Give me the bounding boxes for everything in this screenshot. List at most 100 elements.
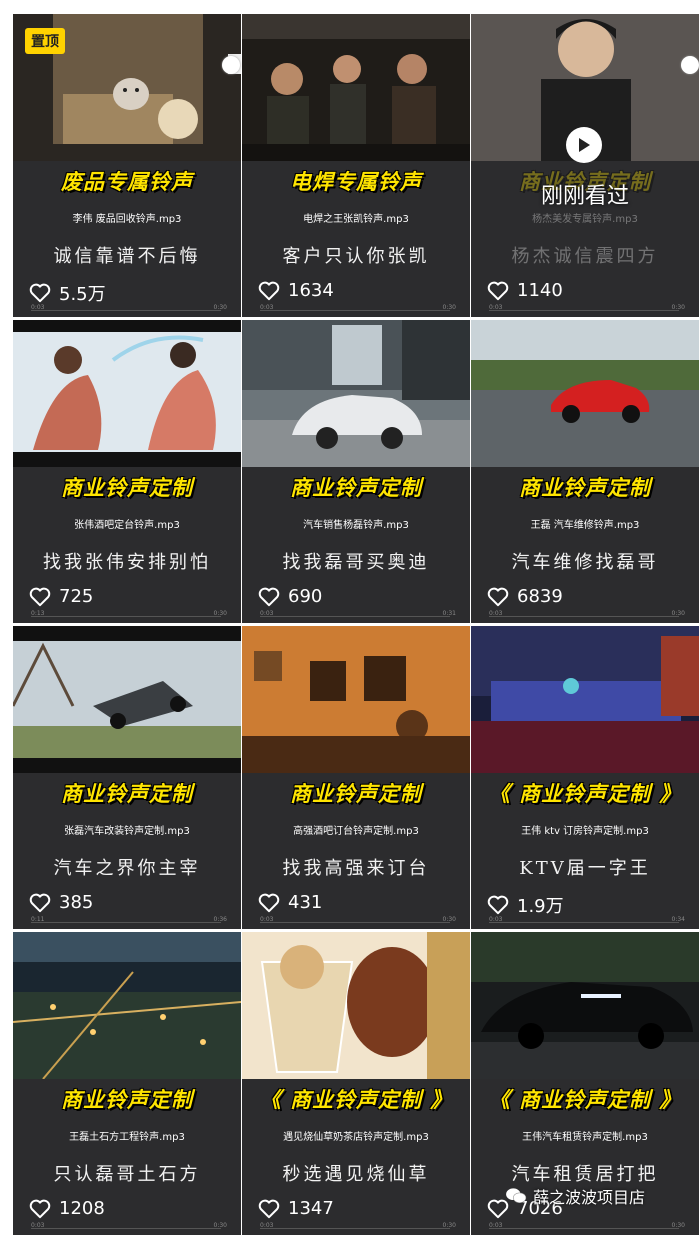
thumbnail-red-car	[471, 320, 699, 467]
progress-bar[interactable]	[31, 310, 221, 311]
video-card[interactable]: 商业铃声定制 王磊土石方工程铃声.mp3 只认磊哥土石方 1208 0:03 0…	[13, 932, 241, 1235]
card-caption: 找我磊哥买奥迪	[282, 552, 430, 573]
heart-icon	[258, 1199, 280, 1218]
like-count[interactable]: 1208	[29, 1198, 105, 1219]
video-card[interactable]: 《 商业铃声定制 》 遇见烧仙草奶茶店铃声定制.mp3 秒选遇见烧仙草 1347…	[242, 932, 470, 1235]
side-handle-icon[interactable]	[222, 56, 240, 74]
like-count-value: 725	[59, 586, 94, 607]
card-caption: 诚信靠谱不后悔	[53, 246, 201, 267]
card-title: 商业铃声定制	[290, 782, 422, 806]
card-filename: 王磊 汽车维修铃声.mp3	[530, 520, 640, 531]
heart-icon	[258, 281, 280, 300]
card-filename: 王伟 ktv 订房铃声定制.mp3	[521, 826, 649, 837]
progress-bar[interactable]	[260, 1228, 450, 1229]
card-title: 《 商业铃声定制 》	[259, 1088, 453, 1112]
card-title: 商业铃声定制	[61, 1088, 193, 1112]
card-title: 商业铃声定制	[61, 782, 193, 806]
video-card[interactable]: 电焊专属铃声 电焊之王张凯铃声.mp3 客户只认你张凯 1634 0:03 0:…	[242, 14, 470, 317]
heart-icon	[29, 283, 51, 303]
like-count-value: 1140	[517, 280, 563, 301]
heart-icon	[487, 587, 509, 606]
like-count[interactable]: 1.9万	[487, 892, 564, 918]
card-title: 《 商业铃声定制 》	[488, 1088, 682, 1112]
card-caption: 杨杰诚信震四方	[511, 246, 659, 267]
card-caption: 客户只认你张凯	[282, 246, 430, 267]
like-count[interactable]: 6839	[487, 586, 563, 607]
heart-icon	[487, 895, 509, 915]
like-count[interactable]: 1140	[487, 280, 563, 301]
card-filename: 张磊汽车改装铃声定制.mp3	[64, 826, 190, 837]
watermark: 薛之波波项目店	[505, 1184, 645, 1208]
heart-icon	[487, 281, 509, 300]
card-filename: 王伟汽车租赁铃声定制.mp3	[522, 1132, 648, 1143]
like-count[interactable]: 690	[258, 586, 322, 607]
progress-bar[interactable]	[31, 922, 221, 923]
card-caption: 找我张伟安排别怕	[43, 552, 211, 573]
like-count[interactable]: 1634	[258, 280, 334, 301]
progress-bar[interactable]	[31, 616, 221, 617]
progress-bar[interactable]	[489, 922, 679, 923]
time-end: 0:30	[442, 304, 456, 311]
progress-bar[interactable]	[260, 616, 450, 617]
video-grid: 置顶 废品专属铃声 李伟 废品回收铃声.mp3 诚信靠谱不后悔 5.5万 0:0…	[13, 14, 700, 1235]
time-end: 0:34	[671, 916, 685, 923]
video-card[interactable]: 商业铃声定制 汽车销售杨磊铃声.mp3 找我磊哥买奥迪 690 0:03 0:3…	[242, 320, 470, 623]
progress-bar[interactable]	[489, 310, 679, 311]
card-filename: 高强酒吧订台铃声定制.mp3	[293, 826, 419, 837]
progress-bar[interactable]	[489, 1228, 679, 1229]
card-caption: 汽车之界你主宰	[53, 858, 201, 879]
card-caption: 秒选遇见烧仙草	[282, 1164, 430, 1185]
like-count-value: 6839	[517, 586, 563, 607]
thumbnail-car-interior	[242, 14, 470, 161]
progress-bar[interactable]	[260, 922, 450, 923]
card-title: 商业铃声定制	[61, 476, 193, 500]
like-count[interactable]: 1347	[258, 1198, 334, 1219]
progress-bar[interactable]	[31, 1228, 221, 1229]
card-title: 商业铃声定制	[519, 476, 651, 500]
like-count-value: 1634	[288, 280, 334, 301]
time-end: 0:30	[442, 916, 456, 923]
card-filename: 汽车销售杨磊铃声.mp3	[303, 520, 409, 531]
time-end: 0:31	[442, 610, 456, 617]
card-title: 商业铃声定制	[290, 476, 422, 500]
card-filename: 杨杰美发专属铃声.mp3	[532, 214, 638, 225]
video-card[interactable]: 商业铃声定制 刚刚看过 杨杰美发专属铃声.mp3 杨杰诚信震四方 1140 0:…	[471, 14, 699, 317]
video-card[interactable]: 商业铃声定制 张磊汽车改装铃声定制.mp3 汽车之界你主宰 385 0:11 0…	[13, 626, 241, 929]
card-caption: 找我高强来订台	[282, 858, 430, 879]
heart-icon	[258, 893, 280, 912]
card-caption: KTV届一字王	[519, 858, 651, 879]
video-card[interactable]: 商业铃声定制 张伟酒吧定台铃声.mp3 找我张伟安排别怕 725 0:13 0:…	[13, 320, 241, 623]
like-count-value: 690	[288, 586, 323, 607]
time-end: 0:30	[442, 1222, 456, 1229]
time-end: 0:30	[671, 1222, 685, 1229]
thumbnail-dancers	[13, 320, 241, 467]
wechat-icon	[506, 1188, 527, 1204]
like-count-value: 385	[59, 892, 94, 913]
like-count-value: 1208	[59, 1198, 105, 1219]
card-filename: 遇见烧仙草奶茶店铃声定制.mp3	[283, 1132, 429, 1143]
time-end: 0:30	[213, 1222, 227, 1229]
progress-bar[interactable]	[260, 310, 450, 311]
like-count[interactable]: 5.5万	[29, 280, 106, 306]
like-count-value: 5.5万	[59, 284, 106, 305]
video-card[interactable]: 《 商业铃声定制 》 王伟 ktv 订房铃声定制.mp3 KTV届一字王 1.9…	[471, 626, 699, 929]
video-card[interactable]: 商业铃声定制 王磊 汽车维修铃声.mp3 汽车维修找磊哥 6839 0:03 0…	[471, 320, 699, 623]
card-title: 废品专属铃声	[61, 170, 193, 194]
like-count-value: 1347	[288, 1198, 334, 1219]
thumbnail-black-car	[471, 932, 699, 1079]
video-card[interactable]: 商业铃声定制 高强酒吧订台铃声定制.mp3 找我高强来订台 431 0:03 0…	[242, 626, 470, 929]
like-count[interactable]: 385	[29, 892, 93, 913]
heart-icon	[29, 893, 51, 912]
side-handle-icon[interactable]	[681, 56, 699, 74]
like-count[interactable]: 431	[258, 892, 322, 913]
progress-bar[interactable]	[489, 616, 679, 617]
heart-icon	[258, 587, 280, 606]
like-count[interactable]: 725	[29, 586, 93, 607]
card-title: 电焊专属铃声	[290, 170, 422, 194]
card-filename: 王磊土石方工程铃声.mp3	[69, 1132, 185, 1143]
play-icon	[579, 138, 590, 152]
play-button[interactable]	[566, 127, 602, 163]
recently-watched-label: 刚刚看过	[540, 184, 629, 209]
video-card[interactable]: 置顶 废品专属铃声 李伟 废品回收铃声.mp3 诚信靠谱不后悔 5.5万 0:0…	[13, 14, 241, 317]
pinned-badge: 置顶	[25, 28, 65, 54]
